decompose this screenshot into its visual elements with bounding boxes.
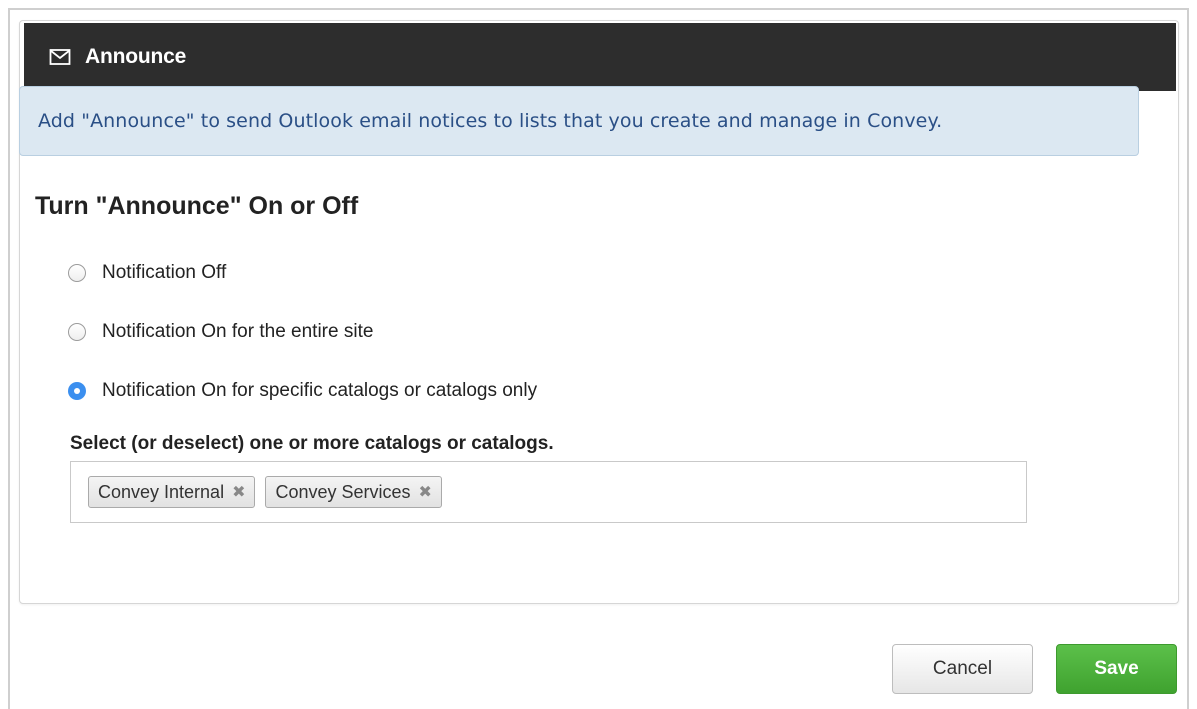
remove-tag-icon[interactable]: ✖ — [232, 482, 245, 502]
info-banner: Add "Announce" to send Outlook email not… — [19, 86, 1139, 156]
radio-notification-specific-catalogs[interactable]: Notification On for specific catalogs or… — [68, 377, 537, 405]
save-button[interactable]: Save — [1056, 644, 1177, 694]
remove-tag-icon[interactable]: ✖ — [419, 482, 432, 502]
envelope-icon — [49, 47, 71, 67]
radio-button[interactable] — [68, 264, 86, 282]
catalog-tag-input[interactable]: Convey Internal ✖ Convey Services ✖ — [70, 461, 1027, 523]
panel-header: Announce — [24, 23, 1176, 91]
catalog-tag-label: Convey Services — [275, 481, 411, 502]
info-text: Add "Announce" to send Outlook email not… — [38, 110, 943, 132]
radio-notification-entire-site[interactable]: Notification On for the entire site — [68, 318, 373, 346]
section-title: Turn "Announce" On or Off — [35, 192, 359, 220]
radio-label: Notification Off — [102, 262, 227, 283]
panel-title: Announce — [85, 45, 187, 68]
radio-button-selected[interactable] — [68, 382, 86, 400]
radio-button[interactable] — [68, 323, 86, 341]
radio-label: Notification On for the entire site — [102, 321, 374, 342]
catalog-tag: Convey Services ✖ — [265, 476, 442, 508]
catalog-tag-label: Convey Internal — [98, 481, 225, 502]
radio-label: Notification On for specific catalogs or… — [102, 380, 538, 401]
catalog-tag: Convey Internal ✖ — [88, 476, 256, 508]
radio-notification-off[interactable]: Notification Off — [68, 259, 226, 287]
cancel-button[interactable]: Cancel — [892, 644, 1033, 694]
catalog-select-label: Select (or deselect) one or more catalog… — [70, 433, 554, 454]
